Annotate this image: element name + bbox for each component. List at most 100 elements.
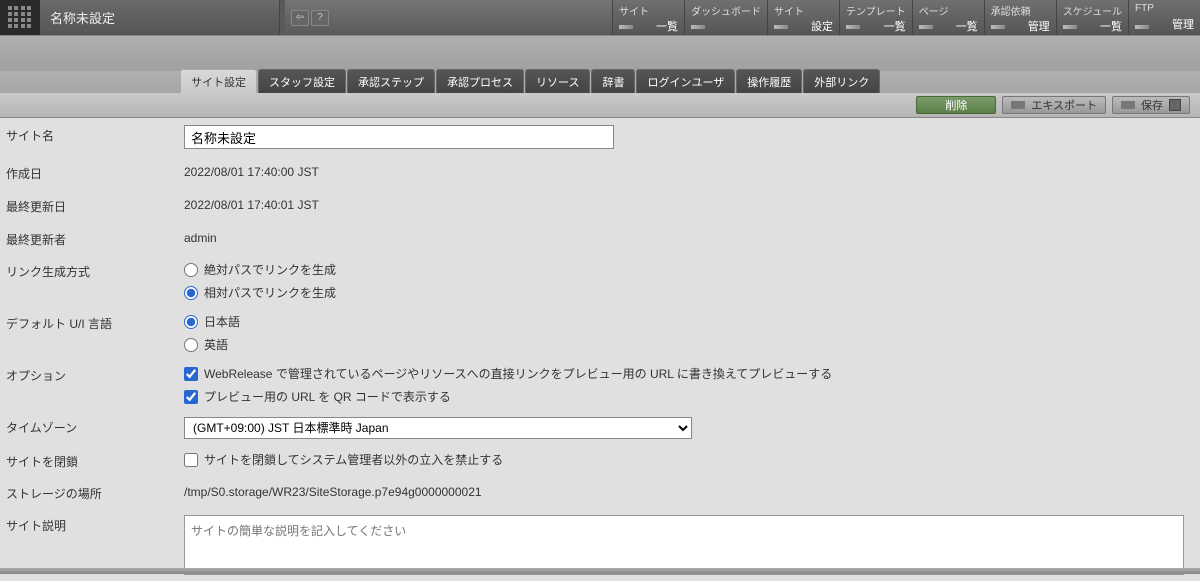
action-row: 削除 エキスポート 保存 (0, 93, 1200, 118)
label-storage: ストレージの場所 (0, 483, 180, 502)
nav-approval[interactable]: 承認依頼 管理 (984, 0, 1056, 35)
tab-approval-process[interactable]: 承認プロセス (436, 69, 524, 93)
tab-operation-history[interactable]: 操作履歴 (736, 69, 802, 93)
disk-icon (1169, 99, 1181, 111)
label-link-method: リンク生成方式 (0, 261, 180, 280)
nav-label-bottom: 一覧 (919, 18, 978, 37)
row-timezone: タイムゾーン (GMT+09:00) JST 日本標準時 Japan (0, 411, 1200, 445)
nav-site-list[interactable]: サイト 一覧 (612, 0, 684, 35)
radio-japanese[interactable] (184, 315, 198, 329)
check-preview-qr-wrap[interactable]: プレビュー用の URL を QR コードで表示する (184, 388, 1200, 405)
logo-grid-icon (8, 6, 32, 30)
nav-label-bottom: 設定 (774, 18, 833, 37)
check-close-site-wrap[interactable]: サイトを閉鎖してシステム管理者以外の立入を禁止する (184, 451, 1200, 468)
check-close-site[interactable] (184, 453, 198, 467)
tab-approval-step[interactable]: 承認ステップ (347, 69, 435, 93)
radio-english-wrap[interactable]: 英語 (184, 336, 1200, 353)
secondary-bar (0, 36, 1200, 71)
check-preview-rewrite[interactable] (184, 367, 198, 381)
label-options: オプション (0, 365, 180, 384)
site-title-display: 名称未設定 (40, 0, 280, 35)
nav-dashboard[interactable]: ダッシュボード (684, 0, 767, 35)
nav-label-top: スケジュール (1063, 3, 1122, 18)
delete-label: 削除 (945, 97, 967, 113)
nav-label-bottom: 管理 (1135, 16, 1194, 35)
radio-english-label: 英語 (204, 336, 228, 353)
value-updater: admin (184, 229, 1200, 245)
label-description: サイト説明 (0, 515, 180, 534)
value-updated: 2022/08/01 17:40:01 JST (184, 196, 1200, 212)
nav-label-top: ダッシュボード (691, 3, 761, 18)
tab-dictionary[interactable]: 辞書 (591, 69, 635, 93)
row-options: オプション WebRelease で管理されているページやリソースへの直接リンク… (0, 359, 1200, 411)
row-close-site: サイトを閉鎖 サイトを閉鎖してシステム管理者以外の立入を禁止する (0, 445, 1200, 476)
value-storage: /tmp/S0.storage/WR23/SiteStorage.p7e94g0… (184, 483, 1200, 499)
top-bar: 名称未設定 ⇦ ? サイト 一覧 ダッシュボード サイト 設定 テンプレート 一… (0, 0, 1200, 36)
bottom-bar (0, 568, 1200, 574)
label-close-site: サイトを閉鎖 (0, 451, 180, 470)
nav-label-bottom: 一覧 (1063, 18, 1122, 37)
radio-japanese-wrap[interactable]: 日本語 (184, 313, 1200, 330)
tab-login-user[interactable]: ログインユーザ (636, 69, 735, 93)
nav-template[interactable]: テンプレート 一覧 (839, 0, 912, 35)
check-preview-qr-label: プレビュー用の URL を QR コードで表示する (204, 388, 451, 405)
nav-label-top: テンプレート (846, 3, 906, 18)
nav-label-top: サイト (619, 3, 678, 18)
radio-abs-path-wrap[interactable]: 絶対パスでリンクを生成 (184, 261, 1200, 278)
check-preview-qr[interactable] (184, 390, 198, 404)
nav-schedule[interactable]: スケジュール 一覧 (1056, 0, 1128, 35)
radio-abs-path-label: 絶対パスでリンクを生成 (204, 261, 336, 278)
export-button[interactable]: エキスポート (1002, 96, 1106, 114)
row-created: 作成日 2022/08/01 17:40:00 JST (0, 156, 1200, 189)
select-timezone[interactable]: (GMT+09:00) JST 日本標準時 Japan (184, 417, 692, 439)
nav-label-top: ページ (919, 3, 978, 18)
tab-row: サイト設定 スタッフ設定 承認ステップ 承認プロセス リソース 辞書 ログインユ… (0, 71, 1200, 93)
tab-site-settings[interactable]: サイト設定 (180, 69, 257, 93)
row-storage: ストレージの場所 /tmp/S0.storage/WR23/SiteStorag… (0, 476, 1200, 509)
app-logo[interactable] (0, 0, 40, 35)
nav-label-bottom: 一覧 (619, 18, 678, 37)
radio-english[interactable] (184, 338, 198, 352)
label-updater: 最終更新者 (0, 229, 180, 248)
nav-page[interactable]: ページ 一覧 (912, 0, 984, 35)
row-updated: 最終更新日 2022/08/01 17:40:01 JST (0, 189, 1200, 222)
tab-external-link[interactable]: 外部リンク (803, 69, 880, 93)
nav-label-bottom: 管理 (991, 18, 1050, 37)
nav-label-bottom: 一覧 (846, 18, 906, 37)
radio-japanese-label: 日本語 (204, 313, 240, 330)
site-title-text: 名称未設定 (50, 8, 115, 27)
nav-label-top: FTP (1135, 3, 1194, 14)
export-icon (1011, 101, 1025, 109)
check-close-site-label: サイトを閉鎖してシステム管理者以外の立入を禁止する (204, 451, 503, 468)
nav-label-top: 承認依頼 (991, 3, 1050, 18)
check-preview-rewrite-wrap[interactable]: WebRelease で管理されているページやリソースへの直接リンクをプレビュー… (184, 365, 1200, 382)
topbar-left: 名称未設定 ⇦ ? (0, 0, 335, 35)
radio-abs-path[interactable] (184, 263, 198, 277)
input-site-name[interactable] (184, 125, 614, 149)
radio-rel-path-label: 相対パスでリンクを生成 (204, 284, 336, 301)
nav-site-settings[interactable]: サイト 設定 (767, 0, 839, 35)
nav-ftp[interactable]: FTP 管理 (1128, 0, 1200, 35)
label-created: 作成日 (0, 163, 180, 182)
nav-label-bottom (691, 32, 761, 35)
textarea-description[interactable] (184, 515, 1184, 575)
tab-staff-settings[interactable]: スタッフ設定 (258, 69, 346, 93)
save-button[interactable]: 保存 (1112, 96, 1190, 114)
delete-button[interactable]: 削除 (916, 96, 996, 114)
topbar-nav: サイト 一覧 ダッシュボード サイト 設定 テンプレート 一覧 ページ 一覧 承… (612, 0, 1200, 35)
label-site-name: サイト名 (0, 125, 180, 144)
label-updated: 最終更新日 (0, 196, 180, 215)
tab-resource[interactable]: リソース (525, 69, 590, 93)
help-icon[interactable]: ? (311, 10, 329, 26)
value-created: 2022/08/01 17:40:00 JST (184, 163, 1200, 179)
save-label: 保存 (1141, 97, 1163, 113)
export-label: エキスポート (1031, 97, 1097, 113)
radio-rel-path-wrap[interactable]: 相対パスでリンクを生成 (184, 284, 1200, 301)
row-link-method: リンク生成方式 絶対パスでリンクを生成 相対パスでリンクを生成 (0, 255, 1200, 307)
topbar-spacer (335, 0, 612, 35)
save-icon (1121, 101, 1135, 109)
title-icons: ⇦ ? (285, 0, 335, 35)
back-icon[interactable]: ⇦ (291, 10, 309, 26)
check-preview-rewrite-label: WebRelease で管理されているページやリソースへの直接リンクをプレビュー… (204, 365, 832, 382)
radio-rel-path[interactable] (184, 286, 198, 300)
